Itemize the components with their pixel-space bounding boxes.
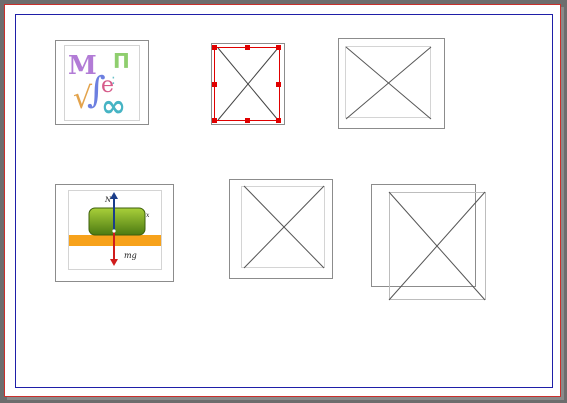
image-content-area: N x mg (68, 190, 162, 270)
empty-image-cross-icon (388, 191, 486, 301)
selection-outline (214, 47, 280, 121)
empty-image-cross-icon (345, 46, 432, 120)
image-frame-math-symbols[interactable]: M Π √ ∫ e : ∞ (55, 40, 149, 125)
resize-handle-nw[interactable] (212, 45, 217, 50)
page-shadow (561, 7, 564, 400)
friction-label: x (146, 212, 150, 219)
normal-force-label: N (105, 196, 112, 204)
math-symbols-icon: M Π √ ∫ e : ∞ (68, 49, 130, 120)
image-placeholder-frame-selected[interactable] (211, 43, 285, 125)
image-placeholder-frame[interactable] (338, 38, 445, 129)
weight-label: mg (124, 251, 137, 260)
empty-image-cross-icon (243, 185, 325, 269)
resize-handle-w[interactable] (212, 82, 217, 87)
resize-handle-sw[interactable] (212, 118, 217, 123)
resize-handle-s[interactable] (245, 118, 250, 123)
svg-text:∞: ∞ (101, 89, 126, 120)
image-placeholder-frame[interactable] (229, 179, 333, 279)
resize-handle-se[interactable] (276, 118, 281, 123)
resize-handle-e[interactable] (276, 82, 281, 87)
svg-text::: : (111, 72, 116, 88)
resize-handle-ne[interactable] (276, 45, 281, 50)
page-shadow (7, 397, 564, 400)
image-content-area: M Π √ ∫ e : ∞ (64, 45, 140, 121)
resize-handle-n[interactable] (245, 45, 250, 50)
image-frame-physics-diagram[interactable]: N x mg (55, 184, 174, 282)
force-diagram-icon (69, 192, 161, 266)
svg-text:Π: Π (113, 49, 130, 73)
